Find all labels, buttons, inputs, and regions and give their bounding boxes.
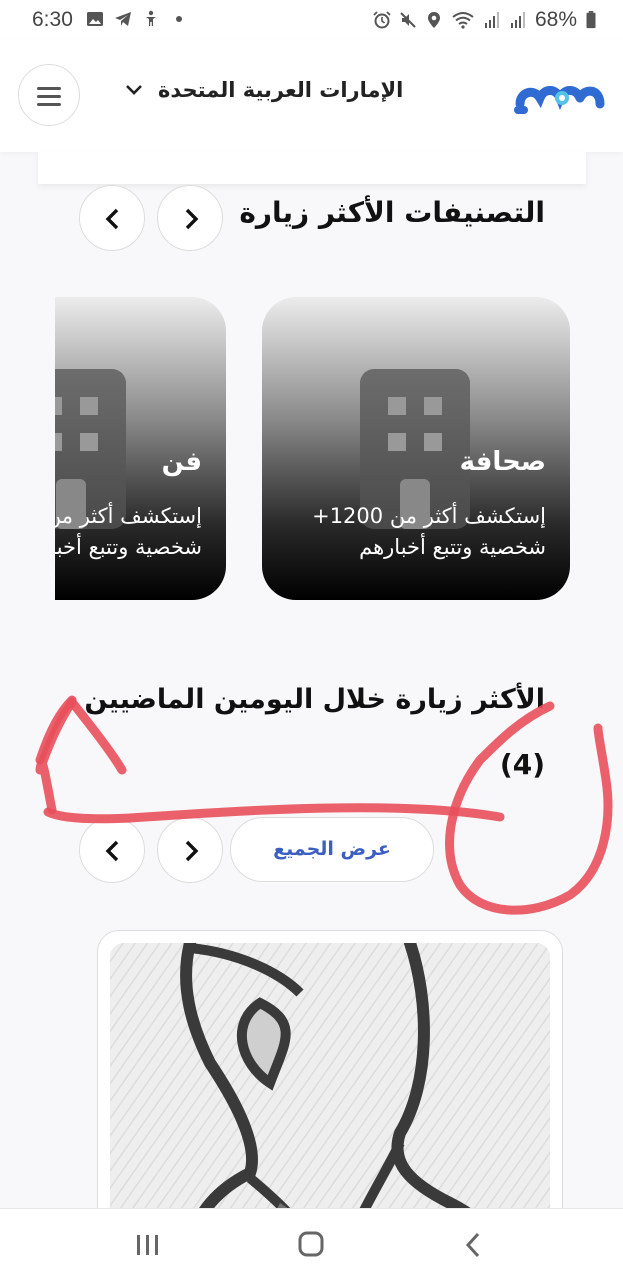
status-bar: 6:30 68%	[0, 0, 623, 40]
chevron-left-icon	[105, 840, 119, 862]
recent-apps-icon[interactable]	[128, 1227, 168, 1263]
app-header: الإمارات العربية المتحدة	[0, 40, 623, 152]
category-description-line: إستكشف أكثر من	[55, 504, 202, 528]
battery-icon	[586, 11, 596, 29]
person-sketch-icon	[110, 943, 550, 1243]
mute-icon	[400, 12, 416, 28]
signal-icon	[510, 12, 525, 28]
profile-placeholder-image	[110, 943, 550, 1243]
next-arrow-button[interactable]	[157, 817, 223, 883]
status-time: 6:30	[32, 8, 73, 31]
section-title-most-visited: الأكثر زيارة خلال اليومين الماضيين	[84, 684, 545, 715]
chevron-down-icon	[126, 85, 142, 95]
category-name: صحافة	[459, 447, 546, 477]
battery-percent: 68%	[534, 8, 577, 31]
accessibility-icon	[146, 10, 156, 26]
category-card-art[interactable]: فن إستكشف أكثر من شخصية وتتبع أخبارهم	[55, 297, 226, 600]
location-icon	[427, 12, 440, 28]
back-icon[interactable]	[454, 1227, 494, 1263]
category-description-line: شخصية وتتبع أخبارهم	[359, 535, 546, 559]
section-count: (4)	[499, 748, 545, 781]
category-description: إستكشف أكثر من 1200+ شخصية وتتبع أخبارهم	[312, 501, 546, 563]
hamburger-line	[37, 95, 61, 98]
search-strip	[38, 152, 586, 184]
category-description-line: شخصية وتتبع أخبارهم	[55, 535, 202, 559]
signal-icon	[484, 12, 499, 28]
menu-button[interactable]	[18, 64, 80, 126]
alarm-icon	[373, 11, 391, 29]
wifi-icon	[452, 12, 474, 29]
prev-arrow-button[interactable]	[79, 817, 145, 883]
prev-arrow-button[interactable]	[79, 185, 145, 251]
image-icon	[87, 12, 103, 26]
chevron-right-icon	[185, 208, 199, 230]
chevron-right-icon	[185, 840, 199, 862]
profile-card[interactable]	[97, 930, 563, 1250]
telegram-icon	[115, 12, 131, 26]
country-label: الإمارات العربية المتحدة	[158, 78, 404, 102]
hamburger-menu-icon	[37, 87, 61, 90]
mshahir-logo-icon[interactable]	[514, 74, 606, 118]
category-description: إستكشف أكثر من شخصية وتتبع أخبارهم	[55, 501, 202, 563]
section-title-categories: التصنيفات الأكثر زيارة	[239, 196, 545, 229]
category-card-journalism[interactable]: صحافة إستكشف أكثر من 1200+ شخصية وتتبع أ…	[262, 297, 570, 600]
country-selector[interactable]: الإمارات العربية المتحدة	[124, 78, 403, 102]
system-nav-bar	[0, 1208, 623, 1280]
hamburger-line	[37, 103, 61, 106]
dot-icon	[176, 16, 182, 22]
next-arrow-button[interactable]	[157, 185, 223, 251]
category-name: فن	[161, 447, 202, 477]
category-description-line: إستكشف أكثر من 1200+	[312, 504, 546, 528]
category-card-clip: فن إستكشف أكثر من شخصية وتتبع أخبارهم	[55, 297, 226, 600]
home-icon[interactable]	[291, 1227, 331, 1263]
chevron-left-icon	[105, 208, 119, 230]
view-all-button[interactable]: عرض الجميع	[230, 817, 434, 882]
